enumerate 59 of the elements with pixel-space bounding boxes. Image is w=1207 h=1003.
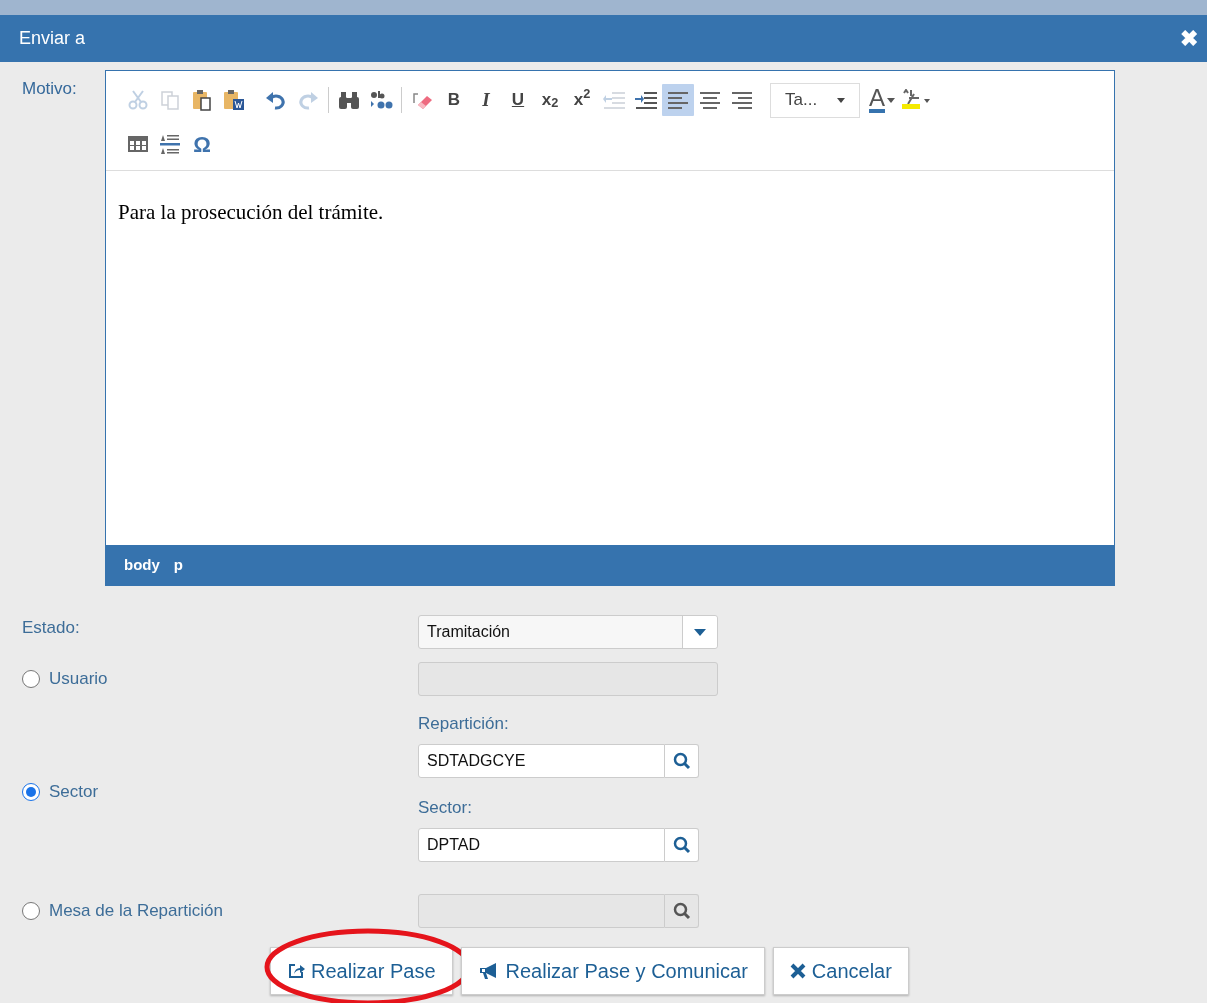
special-character-button[interactable]: Ω [186,128,218,160]
action-button[interactable]: Realizar Pase y Comunicar [460,947,765,995]
radio-label: Usuario [49,668,108,691]
caret-icon [887,97,895,103]
element-path-item[interactable]: p [173,553,183,577]
sector-field[interactable]: DPTAD [418,828,665,862]
align-icon [731,89,753,111]
clipboard-icon [191,89,213,111]
radio-button[interactable] [22,782,40,801]
radio-label: Sector [49,781,99,803]
search-icon [672,752,691,770]
format-button[interactable]: B [438,84,470,116]
copy-icon [159,89,181,111]
estado-label: Estado: [22,617,80,640]
radio-label: Mesa de la Repartición [49,900,223,923]
search-button[interactable] [665,744,699,778]
estado-dropdown[interactable]: Tramitación [418,615,718,649]
motivo-label: Motivo: [22,79,77,98]
font-size-dropdown[interactable]: Ta... [770,82,860,118]
align-icon [667,89,689,111]
undo-icon [265,89,287,111]
action-button[interactable]: Cancelar [772,947,909,995]
editor-text[interactable]: Para la prosecución del trámite. [106,171,1114,545]
highlighter-icon [901,89,933,111]
outdent-icon [602,89,626,111]
selected-value: Tramitación [426,622,511,642]
caret-icon [837,97,845,103]
search-icon [672,902,691,920]
action-button[interactable]: Realizar Pase [270,947,453,995]
scissors-icon [127,89,149,111]
format-button[interactable]: x$_{2}$ [534,84,566,116]
format-button[interactable]: I [470,84,502,116]
search-icon [672,836,691,854]
binoculars-icon [337,89,361,111]
align-icon [699,89,721,111]
radio-button[interactable] [22,670,40,688]
format-button[interactable]: x$^{2}$ [566,84,598,116]
search-button[interactable] [665,828,699,862]
clipboard-icon [222,89,246,111]
mesa-field[interactable] [418,894,665,928]
element-path-item[interactable]: body [124,553,160,577]
close-button[interactable]: ✖ [1180,27,1198,50]
usuario-field[interactable] [418,662,718,696]
field-label: Repartición: [418,712,510,735]
dialog-title: Enviar a [19,27,86,50]
indent-icon [634,89,658,111]
redo-icon [297,89,319,111]
caret-icon [694,628,706,636]
field-label: Sector: [418,796,473,819]
text-color-button[interactable]: A [866,84,898,116]
align-button[interactable] [662,84,694,116]
share-icon [287,962,305,980]
line-height-icon [159,133,181,155]
reparticion-field[interactable]: SDTADGCYE [418,744,665,778]
search-button[interactable] [665,894,699,928]
close-icon [789,963,806,979]
format-button[interactable]: U [502,84,534,116]
radio-button[interactable] [22,902,40,920]
table-icon [127,133,149,155]
